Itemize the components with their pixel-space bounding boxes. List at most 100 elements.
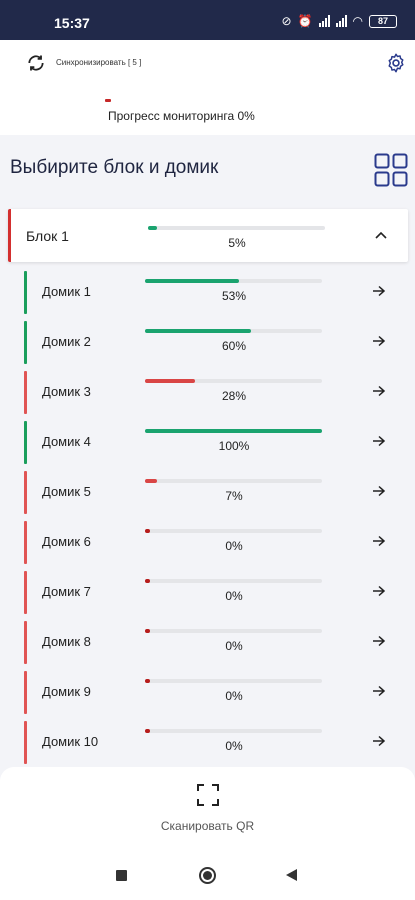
house-name: Домик 6: [42, 534, 91, 549]
sync-icon[interactable]: [26, 53, 46, 73]
house-status-accent: [24, 371, 27, 414]
house-name: Домик 7: [42, 584, 91, 599]
house-progress-label: 0%: [225, 539, 243, 553]
arrow-right-icon[interactable]: [372, 585, 386, 597]
house-progress-label: 0%: [225, 689, 243, 703]
grid-view-icon[interactable]: [374, 153, 408, 187]
house-name: Домик 5: [42, 484, 91, 499]
arrow-right-icon[interactable]: [372, 385, 386, 397]
scan-qr-label[interactable]: Сканировать QR: [0, 819, 415, 833]
house-status-accent: [24, 721, 27, 764]
house-progress-label: 28%: [221, 389, 247, 403]
house-status-accent: [24, 421, 27, 464]
house-progress-track: [145, 529, 322, 533]
house-progress-track: [145, 429, 322, 433]
block-progress-track: [148, 226, 325, 230]
status-time: 15:37: [54, 15, 90, 31]
house-progress-label: 0%: [225, 739, 243, 753]
house-progress-track: [145, 329, 322, 333]
house-status-accent: [24, 521, 27, 564]
house-status-accent: [24, 321, 27, 364]
arrow-right-icon[interactable]: [372, 435, 386, 447]
house-name: Домик 8: [42, 634, 91, 649]
monitoring-progress-bar: [105, 99, 111, 102]
house-progress-fill: [145, 729, 151, 733]
house-progress-track: [145, 579, 322, 583]
alarm-icon: ⏰: [297, 14, 313, 28]
house-progress-fill: [145, 679, 151, 683]
house-progress-track: [145, 479, 322, 483]
house-status-accent: [24, 471, 27, 514]
house-progress-fill: [145, 429, 322, 433]
home-icon[interactable]: [199, 867, 216, 884]
house-name: Домик 10: [42, 734, 99, 749]
house-row[interactable]: Домик 6 0%: [24, 520, 408, 570]
house-progress-track: [145, 729, 322, 733]
house-row[interactable]: Домик 1 53%: [24, 270, 408, 320]
dnd-icon: ⊘: [281, 14, 292, 28]
house-progress-fill: [145, 329, 252, 333]
house-row[interactable]: Домик 3 28%: [24, 370, 408, 420]
signal-icon: [318, 15, 330, 27]
house-progress-fill: [145, 479, 158, 483]
qr-scan-icon[interactable]: [196, 783, 220, 807]
house-row[interactable]: Домик 9 0%: [24, 670, 408, 720]
house-row[interactable]: Домик 10 0%: [24, 720, 408, 770]
house-name: Домик 4: [42, 434, 91, 449]
house-progress-fill: [145, 379, 195, 383]
house-name: Домик 1: [42, 284, 91, 299]
house-progress-fill: [145, 629, 151, 633]
arrow-right-icon[interactable]: [372, 735, 386, 747]
block-progress-label: 5%: [228, 236, 246, 250]
page-title: Выбирите блок и домик: [10, 157, 219, 178]
house-progress-label: 53%: [221, 289, 247, 303]
house-progress-track: [145, 379, 322, 383]
house-list: Домик 1 53% Домик 2 60% Домик 3 28% Домик 4 100…: [24, 270, 408, 770]
status-icons: ⊘ ⏰ ◠ 87: [281, 14, 397, 28]
house-progress-fill: [145, 279, 239, 283]
house-status-accent: [24, 571, 27, 614]
house-row[interactable]: Домик 5 7%: [24, 470, 408, 520]
back-icon[interactable]: [286, 869, 297, 881]
house-status-accent: [24, 671, 27, 714]
gear-icon[interactable]: [385, 52, 407, 74]
chevron-up-icon[interactable]: [374, 229, 388, 241]
recents-icon[interactable]: [116, 870, 127, 881]
system-nav-bar: [0, 850, 415, 900]
house-status-accent: [24, 271, 27, 314]
house-row[interactable]: Домик 4 100%: [24, 420, 408, 470]
arrow-right-icon[interactable]: [372, 635, 386, 647]
house-status-accent: [24, 621, 27, 664]
arrow-right-icon[interactable]: [372, 685, 386, 697]
house-progress-label: 0%: [225, 639, 243, 653]
house-progress-label: 60%: [221, 339, 247, 353]
sync-button-label[interactable]: Синхронизировать [ 5 ]: [56, 58, 141, 67]
house-progress-fill: [145, 579, 151, 583]
arrow-right-icon[interactable]: [372, 485, 386, 497]
arrow-right-icon[interactable]: [372, 285, 386, 297]
house-progress-label: 100%: [218, 439, 250, 453]
house-row[interactable]: Домик 7 0%: [24, 570, 408, 620]
house-progress-track: [145, 629, 322, 633]
block-card[interactable]: Блок 1 5%: [8, 209, 408, 262]
status-bar: 15:37 ⊘ ⏰ ◠ 87: [0, 0, 415, 40]
wifi-icon: ◠: [352, 14, 363, 28]
block-name: Блок 1: [26, 228, 69, 244]
arrow-right-icon[interactable]: [372, 535, 386, 547]
house-progress-label: 0%: [225, 589, 243, 603]
top-bar: Синхронизировать [ 5 ] Прогресс монитори…: [0, 40, 415, 135]
battery-icon: 87: [369, 14, 397, 28]
block-progress-fill: [148, 226, 157, 230]
arrow-right-icon[interactable]: [372, 335, 386, 347]
house-row[interactable]: Домик 8 0%: [24, 620, 408, 670]
house-progress-track: [145, 679, 322, 683]
house-name: Домик 9: [42, 684, 91, 699]
house-name: Домик 2: [42, 334, 91, 349]
signal-icon-2: [335, 15, 347, 27]
scan-panel: Сканировать QR: [0, 767, 415, 850]
monitoring-progress-label: Прогресс мониторинга 0%: [108, 109, 255, 123]
house-progress-label: 7%: [225, 489, 243, 503]
house-name: Домик 3: [42, 384, 91, 399]
house-row[interactable]: Домик 2 60%: [24, 320, 408, 370]
house-progress-track: [145, 279, 322, 283]
